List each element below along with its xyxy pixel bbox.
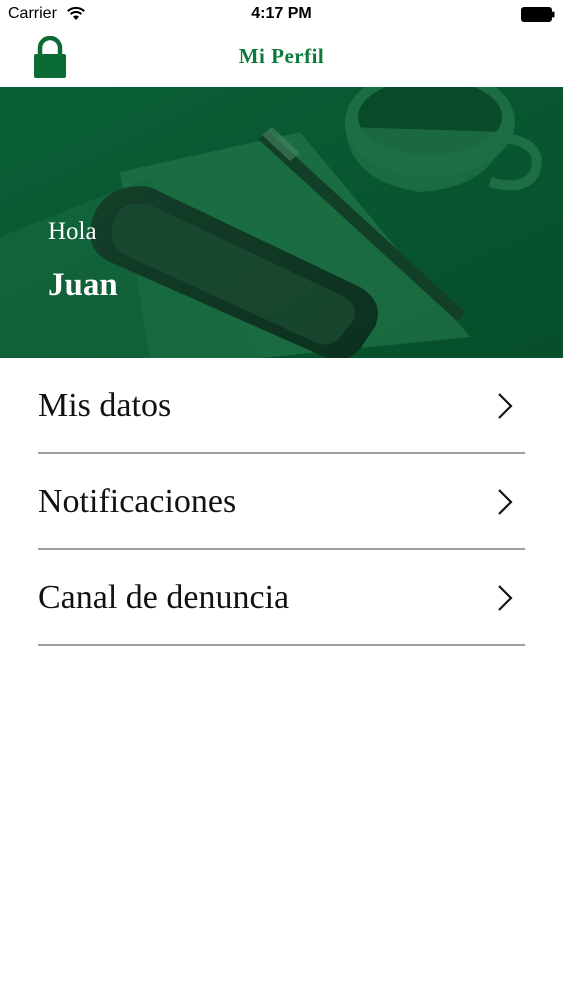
chevron-right-icon	[498, 585, 513, 611]
chevron-right-icon	[498, 489, 513, 515]
menu-item-label: Canal de denuncia	[38, 579, 290, 616]
chevron-right-icon	[498, 393, 513, 419]
status-bar: Carrier 4:17 PM	[0, 0, 563, 30]
status-time: 4:17 PM	[251, 5, 312, 22]
menu-item-label: Mis datos	[38, 387, 172, 424]
navigation-bar: Mi Perfil	[0, 30, 563, 87]
menu-item-canal-de-denuncia[interactable]: Canal de denuncia	[38, 550, 525, 646]
profile-menu-list: Mis datos Notificaciones Canal de denunc…	[38, 358, 525, 646]
menu-item-mis-datos[interactable]: Mis datos	[38, 358, 525, 454]
greeting-text: Hola	[48, 218, 97, 245]
menu-item-notificaciones[interactable]: Notificaciones	[38, 454, 525, 550]
battery-icon	[521, 7, 555, 22]
user-name: Juan	[48, 267, 118, 303]
page-title: Mi Perfil	[238, 44, 325, 68]
menu-item-label: Notificaciones	[38, 483, 237, 520]
profile-hero-banner: Hola Juan	[0, 87, 563, 358]
